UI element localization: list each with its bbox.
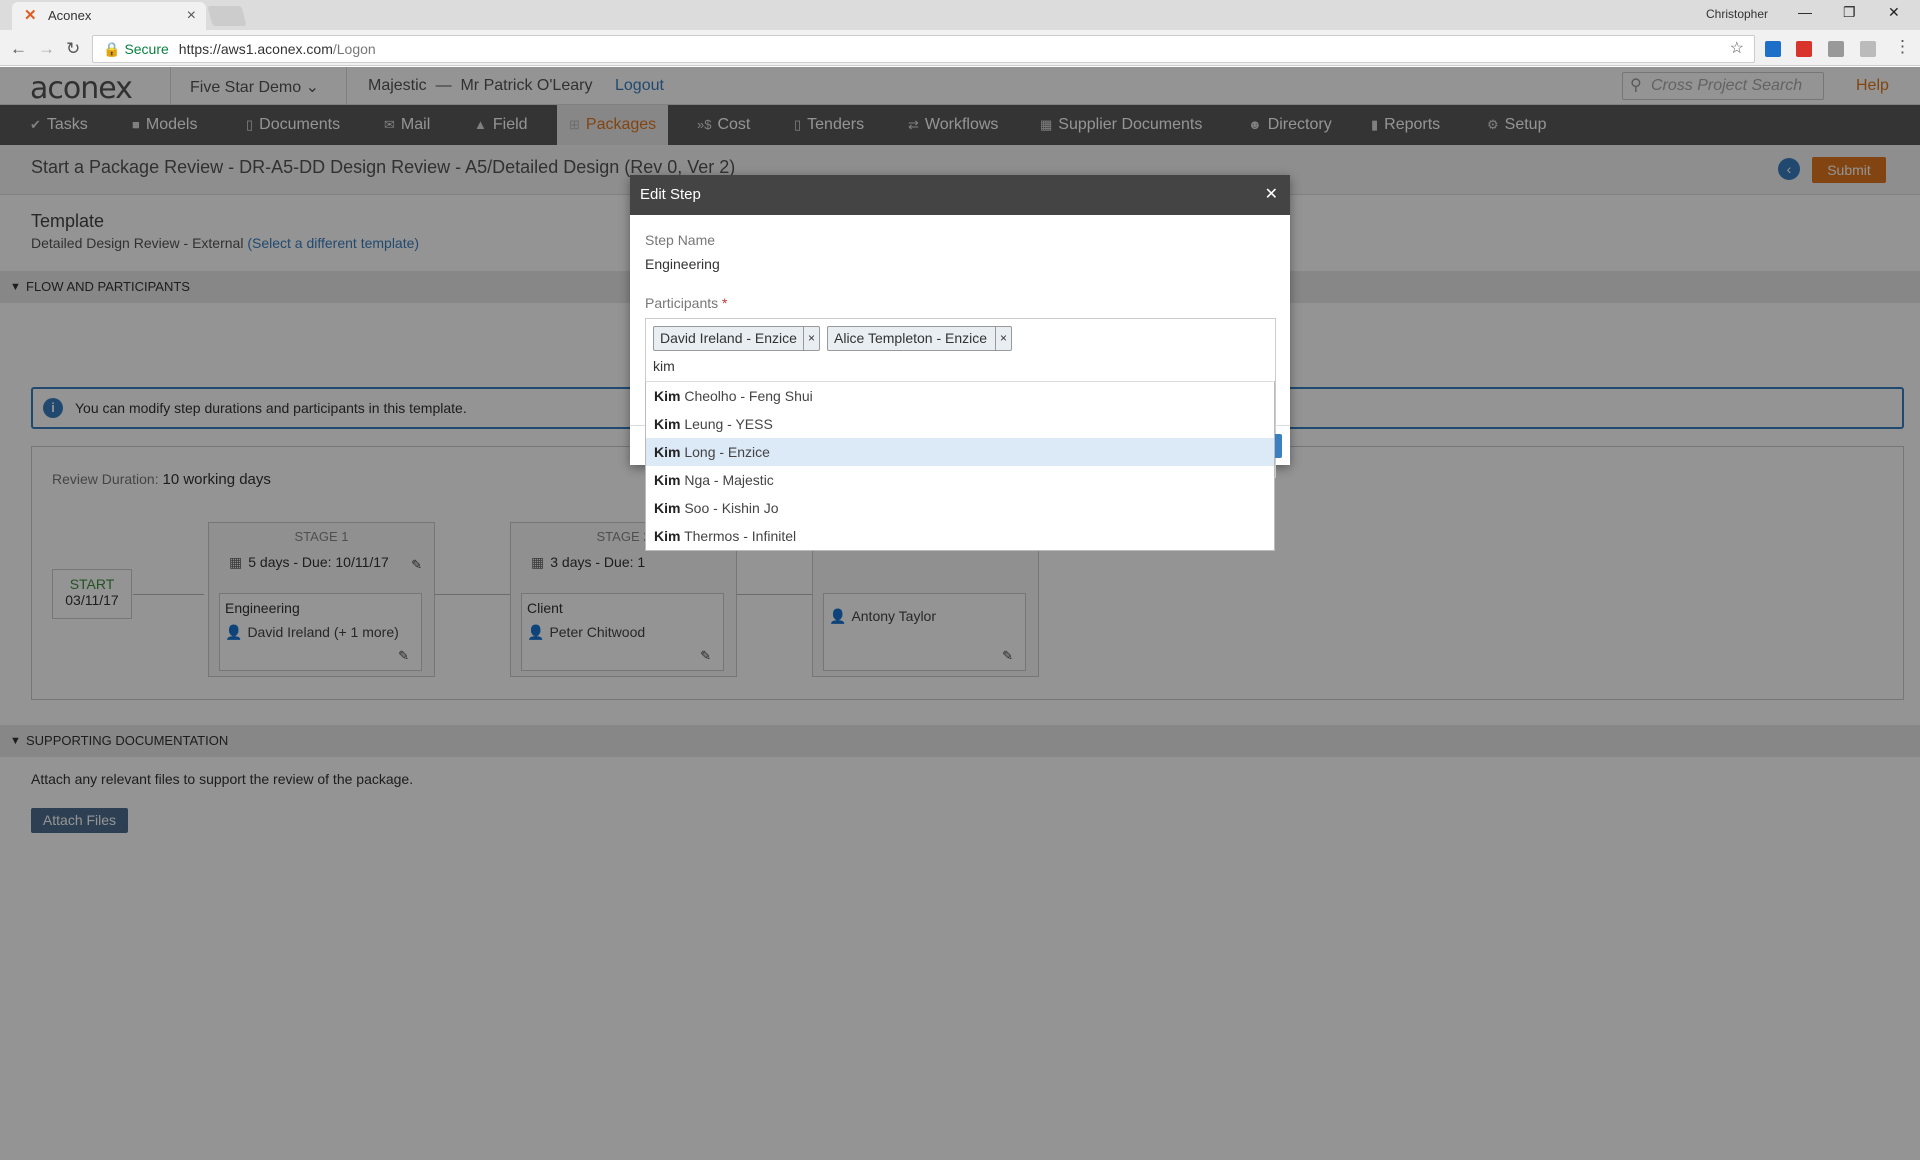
chip-label: Alice Templeton - Enzice bbox=[834, 330, 988, 346]
participants-label: Participants * bbox=[645, 295, 728, 311]
participant-chip: Alice Templeton - Enzice × bbox=[827, 326, 1012, 351]
restore-icon[interactable]: ❐ bbox=[1843, 4, 1856, 21]
remove-chip-icon[interactable]: × bbox=[803, 327, 819, 350]
match-text: Kim bbox=[654, 528, 681, 544]
browser-menu-icon[interactable]: ⋮ bbox=[1894, 37, 1911, 57]
secure-label: Secure bbox=[124, 41, 169, 57]
participant-suggestions: Kim Cheolho - Feng Shui Kim Leung - YESS… bbox=[645, 381, 1275, 551]
suggestion-item[interactable]: Kim Nga - Majestic bbox=[646, 466, 1274, 494]
tab-title: Aconex bbox=[48, 8, 92, 23]
participant-chip: David Ireland - Enzice × bbox=[653, 326, 820, 351]
aconex-x-icon: ✕ bbox=[24, 7, 37, 24]
url-input[interactable]: 🔒 Secure https://aws1.aconex.com/Logon ☆ bbox=[92, 35, 1755, 63]
forward-icon[interactable]: → bbox=[38, 39, 55, 59]
suggestion-item[interactable]: Kim Thermos - Infinitel bbox=[646, 522, 1274, 550]
match-text: Kim bbox=[654, 388, 681, 404]
trello-extension-icon[interactable] bbox=[1765, 41, 1781, 57]
reload-icon[interactable]: ↻ bbox=[66, 39, 80, 59]
match-text: Kim bbox=[654, 444, 681, 460]
option-rest: Soo - Kishin Jo bbox=[680, 500, 779, 516]
suggestion-item-highlighted[interactable]: Kim Long - Enzice bbox=[646, 438, 1274, 466]
participants-label-text: Participants bbox=[645, 295, 719, 311]
match-text: Kim bbox=[654, 472, 681, 488]
option-rest: Leung - YESS bbox=[680, 416, 773, 432]
lock-icon: 🔒 bbox=[103, 41, 121, 57]
close-icon[interactable]: ✕ bbox=[1265, 175, 1278, 215]
dialog-title: Edit Step bbox=[640, 186, 701, 203]
close-window-icon[interactable]: ✕ bbox=[1888, 4, 1900, 21]
minimize-icon[interactable]: — bbox=[1798, 4, 1812, 20]
tab-bar: ✕ Aconex × Christopher — ❐ ✕ bbox=[0, 0, 1920, 30]
browser-tab[interactable]: ✕ Aconex × bbox=[12, 2, 206, 30]
step-name-value[interactable]: Engineering bbox=[645, 256, 720, 272]
dialog-header: Edit Step ✕ bbox=[630, 175, 1290, 215]
option-rest: Nga - Majestic bbox=[680, 472, 774, 488]
step-name-label: Step Name bbox=[645, 232, 716, 248]
option-rest: Thermos - Infinitel bbox=[680, 528, 797, 544]
url-path: /Logon bbox=[332, 41, 376, 57]
pdf-extension-icon[interactable] bbox=[1860, 41, 1876, 57]
option-rest: Long - Enzice bbox=[680, 444, 770, 460]
participant-search-text[interactable]: kim bbox=[653, 358, 675, 374]
suggestion-item[interactable]: Kim Soo - Kishin Jo bbox=[646, 494, 1274, 522]
bookmark-star-icon[interactable]: ☆ bbox=[1730, 36, 1744, 62]
feedly-extension-icon[interactable] bbox=[1796, 41, 1812, 57]
required-mark: * bbox=[722, 295, 728, 311]
url-host: https://aws1.aconex.com bbox=[178, 41, 333, 57]
browser-chrome: ✕ Aconex × Christopher — ❐ ✕ ← → ↻ 🔒 Secu… bbox=[0, 0, 1920, 66]
option-rest: Cheolho - Feng Shui bbox=[680, 388, 813, 404]
profile-name[interactable]: Christopher bbox=[1706, 7, 1768, 21]
chip-label: David Ireland - Enzice bbox=[660, 330, 797, 346]
new-tab-button[interactable] bbox=[207, 6, 247, 26]
back-icon[interactable]: ← bbox=[10, 39, 27, 59]
suggestion-item[interactable]: Kim Leung - YESS bbox=[646, 410, 1274, 438]
tab-close-icon[interactable]: × bbox=[187, 2, 196, 30]
match-text: Kim bbox=[654, 416, 681, 432]
grammar-extension-icon[interactable] bbox=[1828, 41, 1844, 57]
suggestion-item[interactable]: Kim Cheolho - Feng Shui bbox=[646, 382, 1274, 410]
remove-chip-icon[interactable]: × bbox=[995, 327, 1011, 350]
address-bar-row: ← → ↻ 🔒 Secure https://aws1.aconex.com/Log… bbox=[0, 31, 1920, 66]
match-text: Kim bbox=[654, 500, 681, 516]
